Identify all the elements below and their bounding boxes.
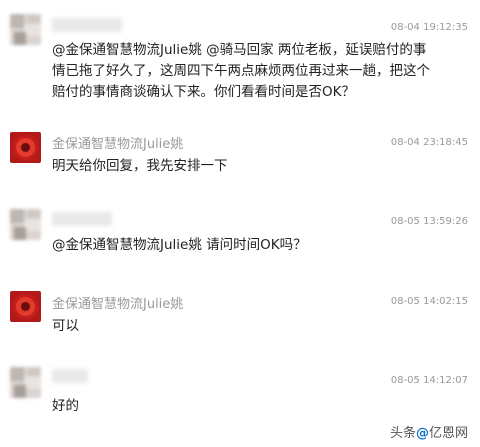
message-text: @金保通智慧物流Julie姚 请问时间OK吗？ bbox=[52, 235, 462, 256]
message-line: 可以 bbox=[52, 318, 79, 334]
avatar[interactable] bbox=[10, 132, 41, 163]
message-text: 可以 bbox=[52, 316, 462, 337]
sender-name: 金保通智慧物流Julie姚 bbox=[52, 137, 184, 152]
watermark-prefix: 头条 bbox=[389, 426, 416, 441]
message-text: 好的 bbox=[52, 396, 462, 417]
flower-icon bbox=[12, 293, 39, 320]
sender-name: 金保通智慧物流Julie姚 bbox=[52, 297, 184, 312]
message-time: 08-05 14:12:07 bbox=[390, 375, 468, 386]
sender-name-redacted bbox=[52, 212, 112, 226]
sender-name-redacted bbox=[52, 18, 122, 32]
message-line: 好的 bbox=[52, 398, 79, 414]
avatar[interactable] bbox=[10, 367, 41, 398]
message-line: 明天给你回复，我先安排一下 bbox=[52, 158, 228, 174]
chat-history: 08-04 19:12:35 @金保通智慧物流Julie姚 @骑马回家 两位老板… bbox=[0, 0, 480, 447]
watermark-at: @ bbox=[415, 426, 429, 441]
avatar[interactable] bbox=[10, 14, 41, 45]
avatar[interactable] bbox=[10, 291, 41, 322]
message-time: 08-05 13:59:26 bbox=[390, 216, 468, 227]
message-text: 明天给你回复，我先安排一下 bbox=[52, 156, 462, 177]
message-line: 赔付的事情商谈确认下来。你们看看时间是否OK？ bbox=[52, 84, 355, 100]
message-time: 08-04 23:18:45 bbox=[390, 137, 468, 148]
message-time: 08-05 14:02:15 bbox=[390, 296, 468, 307]
message-time: 08-04 19:12:35 bbox=[390, 22, 468, 33]
avatar[interactable] bbox=[10, 209, 41, 240]
message-line: @金保通智慧物流Julie姚 请问时间OK吗？ bbox=[52, 237, 307, 253]
sender-name-redacted bbox=[52, 369, 88, 383]
watermark-brand: 亿恩网 bbox=[428, 426, 468, 441]
watermark: 头条@亿恩网 bbox=[390, 422, 468, 441]
message-line: 情已拖了好久了，这周四下午两点麻烦两位再过来一趟，把这个 bbox=[52, 63, 430, 79]
message-text: @金保通智慧物流Julie姚 @骑马回家 两位老板，延误赔付的事 情已拖了好久了… bbox=[52, 40, 462, 103]
flower-icon bbox=[12, 134, 39, 161]
message-line: @金保通智慧物流Julie姚 @骑马回家 两位老板，延误赔付的事 bbox=[52, 42, 427, 58]
